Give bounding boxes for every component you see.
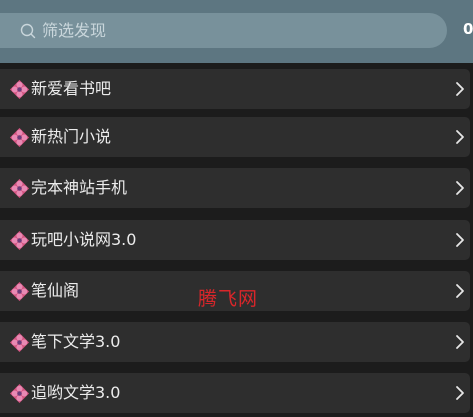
list-item-label: 新爱看书吧 bbox=[31, 79, 112, 98]
chevron-right-icon bbox=[456, 82, 464, 96]
flower-icon bbox=[10, 384, 29, 403]
edge-text: 0 bbox=[463, 20, 473, 38]
flower-icon bbox=[10, 80, 29, 99]
chevron-right-icon bbox=[456, 335, 464, 349]
list-item-label: 笔仙阁 bbox=[31, 281, 80, 300]
list-item[interactable]: 追哟文学3.0 bbox=[0, 373, 470, 413]
flower-icon bbox=[10, 128, 29, 147]
search-box[interactable] bbox=[0, 13, 447, 48]
chevron-right-icon bbox=[456, 130, 464, 144]
chevron-right-icon bbox=[456, 386, 464, 400]
list-item[interactable]: 笔下文学3.0 bbox=[0, 322, 470, 362]
search-input[interactable] bbox=[42, 13, 422, 48]
chevron-right-icon bbox=[456, 284, 464, 298]
list-item[interactable]: 新爱看书吧 bbox=[0, 69, 470, 109]
list-item[interactable]: 玩吧小说网3.0 bbox=[0, 220, 470, 260]
chevron-right-icon bbox=[456, 233, 464, 247]
flower-icon bbox=[10, 231, 29, 250]
flower-icon bbox=[10, 282, 29, 301]
list-item[interactable]: 完本神站手机 bbox=[0, 168, 470, 208]
flower-icon bbox=[10, 179, 29, 198]
chevron-right-icon bbox=[456, 181, 464, 195]
flower-icon bbox=[10, 333, 29, 352]
search-icon bbox=[20, 23, 36, 39]
list-item-label: 完本神站手机 bbox=[31, 178, 128, 197]
list-item-label: 追哟文学3.0 bbox=[31, 383, 121, 402]
top-bar: 0 bbox=[0, 0, 473, 63]
list-item-label: 笔下文学3.0 bbox=[31, 332, 121, 351]
list-item[interactable]: 新热门小说 bbox=[0, 117, 470, 157]
list-item-label: 玩吧小说网3.0 bbox=[31, 230, 137, 249]
list-item-label: 新热门小说 bbox=[31, 127, 112, 146]
watermark: 腾飞网 bbox=[198, 288, 259, 310]
